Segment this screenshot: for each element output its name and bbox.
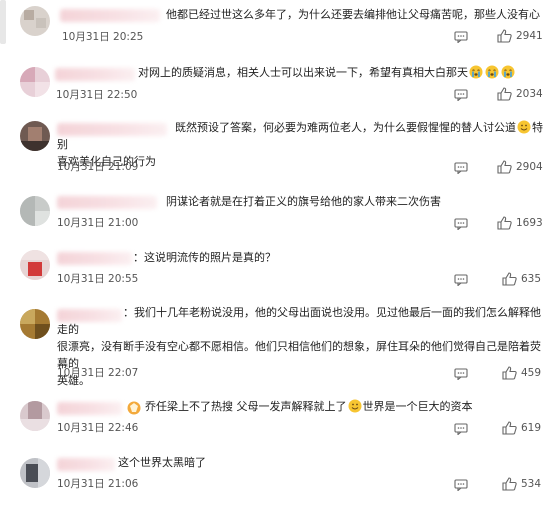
comment-icon[interactable]	[454, 274, 468, 286]
crying-face-icon	[469, 65, 483, 79]
comment-text: 对网上的质疑消息，相关人士可以出来说一下，希望有真相大白那天	[138, 64, 548, 81]
comment-date: 10月31日 21:06	[57, 478, 139, 490]
comment-date: 10月31日 22:07	[57, 367, 139, 379]
comment-icon[interactable]	[454, 89, 468, 101]
comment-icon[interactable]	[454, 218, 468, 230]
comment-text: 阴谋论者就是在打着正义的旗号给他的家人带来二次伤害	[166, 195, 441, 208]
like-count: 534	[521, 478, 542, 490]
like-button[interactable]: 1693	[497, 216, 543, 230]
comment-icon[interactable]	[454, 479, 468, 491]
like-button[interactable]: 619	[502, 421, 541, 435]
username[interactable]	[60, 9, 160, 22]
like-count: 1693	[516, 217, 543, 229]
avatar[interactable]	[20, 250, 50, 280]
avatar[interactable]	[20, 196, 50, 226]
comment-text: 这个世界太黑暗了	[118, 456, 206, 469]
avatar[interactable]	[20, 458, 50, 488]
avatar[interactable]	[20, 309, 50, 339]
like-button[interactable]: 534	[502, 477, 541, 491]
smiling-face-icon	[517, 120, 531, 134]
thumbs-up-icon	[497, 216, 512, 230]
like-count: 2904	[516, 161, 543, 173]
like-button[interactable]: 2904	[497, 160, 543, 174]
like-button[interactable]: 2034	[497, 87, 543, 101]
username[interactable]	[55, 68, 135, 81]
scrollbar-thumb[interactable]	[0, 0, 6, 44]
thumbs-up-icon	[497, 29, 512, 43]
avatar-badge-icon	[127, 401, 141, 415]
smiling-face-icon	[348, 399, 361, 413]
thumbs-up-icon	[497, 160, 512, 174]
comment-date: 10月31日 20:25	[62, 31, 144, 43]
username[interactable]	[57, 196, 157, 209]
crying-face-icon	[501, 65, 515, 79]
thumbs-up-icon	[502, 421, 517, 435]
thumbs-up-icon	[502, 477, 517, 491]
comment-icon[interactable]	[454, 31, 468, 43]
comment-icon[interactable]	[454, 368, 468, 380]
like-count: 635	[521, 273, 542, 285]
comment-text: ：这说明流传的照片是真的？	[133, 251, 276, 264]
like-button[interactable]: 2941	[497, 29, 543, 43]
crying-face-icon	[485, 65, 499, 79]
like-count: 2034	[516, 88, 543, 100]
comment-date: 10月31日 21:09	[57, 161, 139, 173]
comment-text: 他都已经过世这么多年了，为什么还要去编排他让父母痛苦呢，那些人没有心	[166, 8, 540, 21]
thumbs-up-icon	[502, 366, 517, 380]
avatar[interactable]	[20, 401, 50, 431]
like-count: 2941	[516, 30, 543, 42]
like-button[interactable]: 635	[502, 272, 541, 286]
avatar[interactable]	[20, 6, 50, 36]
avatar[interactable]	[20, 121, 50, 151]
username[interactable]	[57, 252, 132, 265]
comment-text: 乔任梁上不了热搜 父母一发声解释就上了 世界是一个巨大的资本	[145, 399, 473, 413]
username[interactable]	[57, 458, 115, 471]
comment-date: 10月31日 21:00	[57, 217, 139, 229]
comment-icon[interactable]	[454, 162, 468, 174]
comment-icon[interactable]	[454, 423, 468, 435]
like-button[interactable]: 459	[502, 366, 541, 380]
thumbs-up-icon	[502, 272, 517, 286]
thumbs-up-icon	[497, 87, 512, 101]
like-count: 619	[521, 422, 542, 434]
comment-date: 10月31日 22:46	[57, 422, 139, 434]
username[interactable]	[57, 402, 122, 415]
like-count: 459	[521, 367, 542, 379]
comment-date: 10月31日 20:55	[57, 273, 139, 285]
avatar[interactable]	[20, 67, 50, 97]
comment-date: 10月31日 22:50	[56, 89, 138, 101]
